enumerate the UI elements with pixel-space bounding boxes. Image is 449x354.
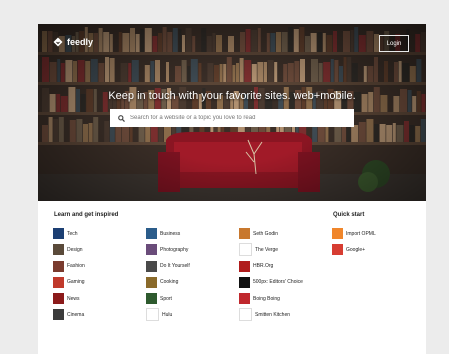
category-link[interactable]: 500px: Editors' Choice [239, 276, 303, 288]
category-label: Smitten Kitchen [255, 311, 291, 318]
category-link[interactable]: News [53, 293, 85, 305]
category-link[interactable]: Boing Boing [239, 293, 303, 305]
category-label: Cooking [160, 279, 179, 286]
category-link[interactable]: Fashion [53, 260, 85, 272]
500px-icon [239, 276, 250, 288]
category-label: 500px: Editors' Choice [253, 279, 303, 286]
page: feedly Login Keep in touch with your fav… [38, 24, 426, 354]
search-input[interactable] [128, 115, 354, 121]
cooking-icon [146, 276, 157, 288]
design-icon [53, 244, 64, 256]
category-link[interactable]: Business [146, 228, 190, 239]
category-link[interactable]: Tech [53, 228, 85, 239]
category-column-3: Seth Godin The Verge HBR.Org 500px: Editors… [239, 228, 303, 326]
category-link[interactable]: Cinema [53, 309, 85, 321]
category-column-1: Tech Design Fashion Gaming News Cinema [53, 228, 85, 326]
category-link[interactable]: Photography [146, 244, 190, 256]
category-link[interactable]: Seth Godin [239, 228, 303, 239]
category-label: Photography [160, 246, 189, 253]
boing-boing-icon [239, 293, 250, 305]
category-label: News [67, 295, 80, 302]
fashion-icon [53, 260, 64, 272]
feedly-leaf-icon [53, 37, 63, 47]
category-label: Cinema [67, 311, 85, 318]
category-label: Hulu [162, 311, 173, 318]
category-label: Import OPML [346, 230, 376, 237]
category-link[interactable]: Cooking [146, 276, 190, 288]
seth-godin-icon [239, 228, 250, 239]
rss-icon [332, 228, 343, 239]
sport-icon [146, 293, 157, 305]
quick-start-column: Import OPML Google+ [332, 228, 376, 261]
search-bar[interactable] [110, 109, 354, 127]
category-label: Google+ [346, 246, 366, 253]
category-label: Gaming [67, 279, 85, 286]
category-link[interactable]: Hulu [146, 308, 190, 322]
category-label: Design [67, 246, 83, 253]
category-label: Boing Boing [253, 295, 280, 302]
hbr-icon [239, 260, 250, 272]
login-button[interactable]: Login [379, 35, 409, 52]
quick-start-title: Quick start [333, 212, 365, 218]
smitten-kitchen-icon [239, 308, 252, 322]
hero-banner: feedly Login Keep in touch with your fav… [38, 24, 426, 201]
diy-icon [146, 260, 157, 272]
category-label: Tech [67, 230, 78, 237]
gaming-icon [53, 276, 64, 288]
category-link[interactable]: Gaming [53, 276, 85, 288]
category-link[interactable]: Do It Yourself [146, 260, 190, 272]
hulu-icon [146, 308, 159, 322]
category-label: HBR.Org [253, 263, 274, 270]
cinema-icon [53, 309, 64, 321]
google-plus-icon [332, 244, 343, 256]
news-icon [53, 293, 64, 305]
category-link[interactable]: Design [53, 244, 85, 256]
category-label: Do It Yourself [160, 263, 190, 270]
brand-name: feedly [67, 37, 94, 47]
category-link[interactable]: Google+ [332, 244, 376, 256]
category-label: The Verge [255, 246, 279, 253]
feedly-logo[interactable]: feedly [53, 37, 93, 47]
category-label: Business [160, 230, 181, 237]
inspired-title: Learn and get inspired [54, 212, 119, 218]
category-column-2: Business Photography Do It Yourself Cooking… [146, 228, 190, 326]
business-icon [146, 228, 157, 239]
search-icon [114, 109, 128, 127]
tech-icon [53, 228, 64, 239]
category-link[interactable]: HBR.Org [239, 260, 303, 272]
category-link[interactable]: The Verge [239, 243, 303, 257]
category-link[interactable]: Sport [146, 293, 190, 305]
hero-tagline: Keep in touch with your favorite sites. … [108, 90, 356, 102]
photography-icon [146, 244, 157, 256]
category-label: Fashion [67, 263, 85, 270]
category-label: Sport [160, 295, 172, 302]
the-verge-icon [239, 243, 252, 257]
category-link[interactable]: Import OPML [332, 228, 376, 239]
category-link[interactable]: Smitten Kitchen [239, 308, 303, 322]
category-label: Seth Godin [253, 230, 279, 237]
